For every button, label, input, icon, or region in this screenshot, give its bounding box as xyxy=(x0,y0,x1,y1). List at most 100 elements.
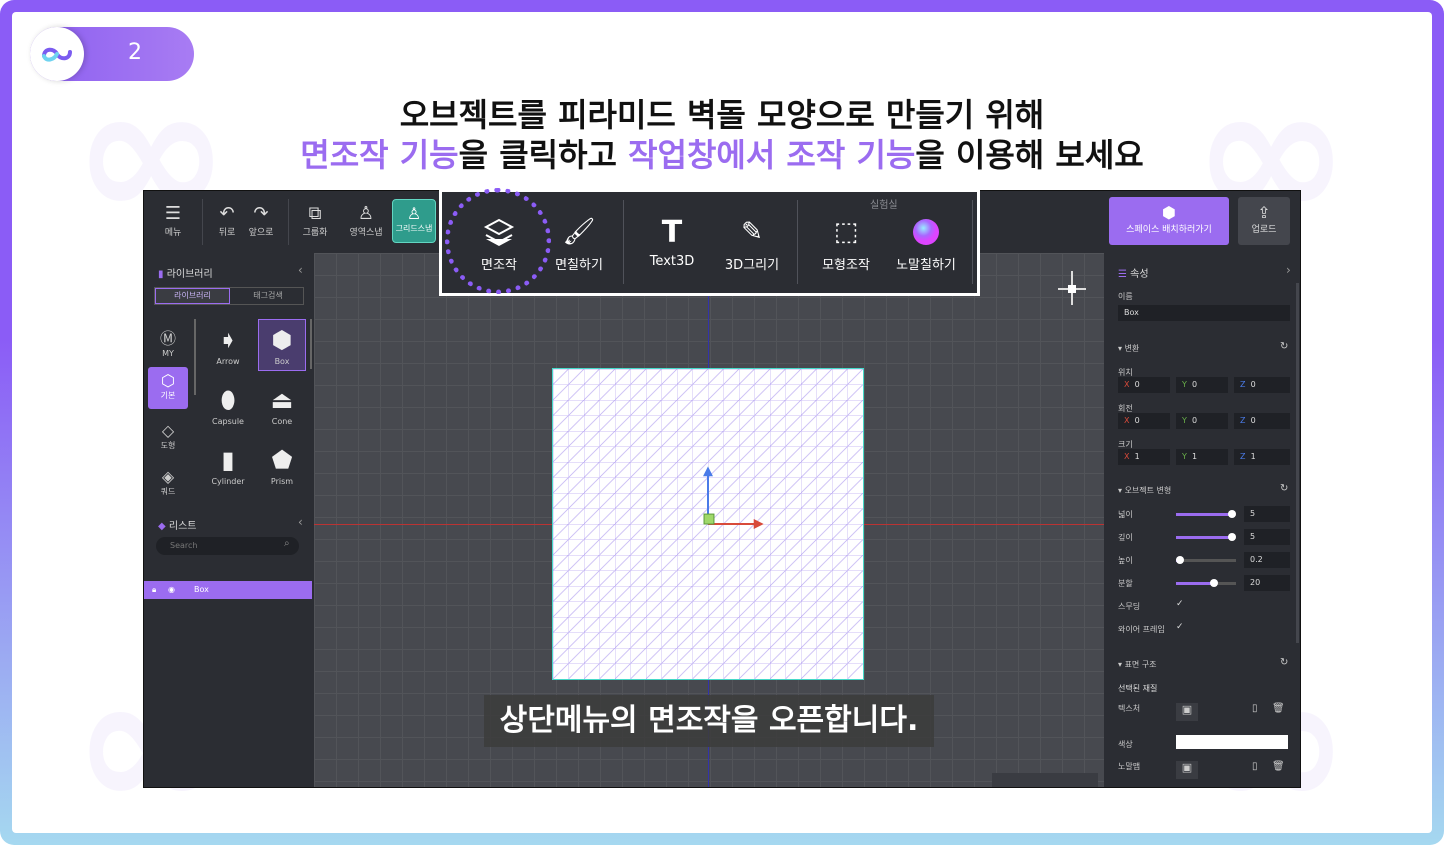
deform-section[interactable]: ▾ 오브젝트 변형 xyxy=(1118,485,1171,496)
text-t-icon: T xyxy=(661,214,683,250)
depth-field[interactable]: 5 xyxy=(1244,529,1290,545)
shape-box[interactable]: ⬢ Box xyxy=(258,319,306,371)
box-plane-mesh[interactable] xyxy=(552,368,864,680)
wireframe-checkbox[interactable]: ✓ xyxy=(1176,622,1184,632)
shape-capsule[interactable]: ⬮ Capsule xyxy=(204,383,252,426)
group-button[interactable]: ⧉ 그룹화 xyxy=(298,203,332,238)
shape-prism[interactable]: ⬟ Prism xyxy=(258,443,306,486)
horizontal-scrollbar[interactable] xyxy=(992,773,1098,787)
height-field[interactable]: 0.2 xyxy=(1244,552,1290,568)
category-shapes[interactable]: ◇ 도형 xyxy=(148,421,188,457)
height-slider-knob[interactable] xyxy=(1176,556,1184,564)
collapse-chevron-icon[interactable]: ‹ xyxy=(298,515,303,529)
depth-slider[interactable] xyxy=(1176,536,1232,539)
redo-icon: ↷ xyxy=(253,203,269,224)
divide-slider-knob[interactable] xyxy=(1210,579,1218,587)
shape-cone[interactable]: ⏏ Cone xyxy=(258,383,306,426)
list-item[interactable]: 🔒︎ ◉ Box xyxy=(144,581,312,599)
chevron-right-icon[interactable]: › xyxy=(1286,263,1291,277)
surface-section[interactable]: ▾ 표면 구조 xyxy=(1118,659,1157,670)
scale-z-field[interactable]: Z 1 xyxy=(1234,449,1290,465)
grid-snap-button[interactable]: ♙ 그리드스냅 xyxy=(392,199,436,243)
file-icon[interactable]: ▯ xyxy=(1252,761,1258,772)
category-quad[interactable]: ◈ 쿼드 xyxy=(148,467,188,503)
texture-image-icon[interactable]: ▣ xyxy=(1176,703,1198,721)
height-label: 높이 xyxy=(1118,556,1133,565)
reset-icon[interactable]: ↻ xyxy=(1280,483,1288,494)
library-icon: ▮ xyxy=(158,269,164,280)
scale-x-field[interactable]: X 1 xyxy=(1118,449,1170,465)
share-icon: ⇪ xyxy=(1257,203,1271,222)
collapse-chevron-icon[interactable]: ‹ xyxy=(298,263,303,277)
file-icon[interactable]: ▯ xyxy=(1252,703,1258,714)
lab-toolbar-callout: 실험실 면조작 🖌︎ 면칠하기 T Text3D ✎ 3D그리기 ⬚ 모형조작 … xyxy=(439,188,980,296)
layers-icon: ◈ xyxy=(161,467,175,486)
divide-label: 분할 xyxy=(1118,579,1133,588)
back-button[interactable]: ↶ 뒤로 xyxy=(210,203,244,238)
depth-slider-knob[interactable] xyxy=(1228,533,1236,541)
name-field[interactable]: Box xyxy=(1118,305,1290,321)
normal-map-label: 노말맵 xyxy=(1118,762,1141,771)
width-slider[interactable] xyxy=(1176,513,1232,516)
category-my[interactable]: Ⓜ MY xyxy=(148,323,188,359)
transform-section[interactable]: ▾ 변환 xyxy=(1118,343,1139,354)
scrollbar[interactable] xyxy=(194,319,196,395)
face-paint-button[interactable]: 🖌︎ 면칠하기 xyxy=(539,210,619,273)
divide-field[interactable]: 20 xyxy=(1244,575,1290,591)
model-edit-icon: ⬚ xyxy=(833,217,859,247)
divider xyxy=(202,199,203,245)
rotation-y-field[interactable]: Y 0 xyxy=(1176,413,1228,429)
upload-button[interactable]: ⇪ 업로드 xyxy=(1238,197,1290,245)
lock-icon[interactable]: 🔒︎ xyxy=(152,581,156,599)
width-field[interactable]: 5 xyxy=(1244,506,1290,522)
slide-frame: ∞ ∞ ∞ ∞ 2 오브젝트를 피라미드 벽돌 모양으로 만들기 위해 면조작 … xyxy=(0,0,1444,845)
scale-y-field[interactable]: Y 1 xyxy=(1176,449,1228,465)
face-edit-button[interactable]: 면조작 xyxy=(459,210,539,273)
color-swatch[interactable] xyxy=(1176,735,1288,749)
scrollbar[interactable] xyxy=(310,319,312,369)
region-snap-button[interactable]: ♙ 영역스냅 xyxy=(344,203,388,238)
instruction-title-line2: 면조작 기능을 클릭하고 작업창에서 조작 기능을 이용해 보세요 xyxy=(300,136,1144,174)
tab-tag-search[interactable]: 태그검색 xyxy=(231,288,305,304)
scrollbar[interactable] xyxy=(1296,283,1299,643)
rotation-x-field[interactable]: X 0 xyxy=(1118,413,1170,429)
position-z-field[interactable]: Z 0 xyxy=(1234,377,1290,393)
search-input[interactable]: Search xyxy=(156,537,299,555)
slide-number: 2 xyxy=(128,40,142,65)
normal-map-image-icon[interactable]: ▣ xyxy=(1176,761,1198,779)
cube-icon: ⬢ xyxy=(1162,203,1176,222)
face-edit-icon xyxy=(459,210,539,254)
tab-library[interactable]: 라이브러리 xyxy=(155,288,230,304)
position-x-field[interactable]: X 0 xyxy=(1118,377,1170,393)
selected-material-label: 선택된 재질 xyxy=(1118,684,1158,693)
text3d-button[interactable]: T Text3D xyxy=(632,210,712,270)
smoothing-checkbox[interactable]: ✓ xyxy=(1176,599,1184,609)
width-slider-knob[interactable] xyxy=(1228,510,1236,518)
position-y-field[interactable]: Y 0 xyxy=(1176,377,1228,393)
trash-icon[interactable]: 🗑︎ xyxy=(1272,703,1285,714)
view-gizmo-icon[interactable] xyxy=(1052,265,1092,313)
pen-cube-icon: ✎ xyxy=(741,217,763,247)
eye-icon[interactable]: ◉ xyxy=(168,581,175,599)
reset-icon[interactable]: ↻ xyxy=(1280,657,1288,668)
brand-logo-icon xyxy=(30,27,84,81)
rotation-z-field[interactable]: Z 0 xyxy=(1234,413,1290,429)
reset-icon[interactable]: ↻ xyxy=(1280,341,1288,352)
divide-slider[interactable] xyxy=(1176,582,1214,585)
shape-cylinder[interactable]: ▮ Cylinder xyxy=(204,443,252,486)
space-place-button[interactable]: ⬢ 스페이스 배치하러가기 xyxy=(1109,197,1229,245)
category-basic[interactable]: ⬡ 기본 xyxy=(148,367,188,409)
my-icon: Ⓜ xyxy=(159,329,176,348)
draw3d-button[interactable]: ✎ 3D그리기 xyxy=(712,210,792,273)
shape-arrow[interactable]: ➧ Arrow xyxy=(204,323,252,366)
forward-button[interactable]: ↷ 앞으로 xyxy=(244,203,278,238)
model-edit-button[interactable]: ⬚ 모형조작 xyxy=(806,210,886,273)
menu-button[interactable]: ☰ 메뉴 xyxy=(156,203,190,238)
trash-icon[interactable]: 🗑︎ xyxy=(1272,761,1285,772)
normal-paint-button[interactable]: 노말칠하기 xyxy=(886,210,966,273)
depth-label: 깊이 xyxy=(1118,533,1133,542)
sliders-icon: ☰ xyxy=(1118,269,1127,280)
hamburger-icon: ☰ xyxy=(164,203,182,224)
prism-shape-icon: ⬟ xyxy=(271,446,293,474)
color-label: 색상 xyxy=(1118,740,1133,749)
